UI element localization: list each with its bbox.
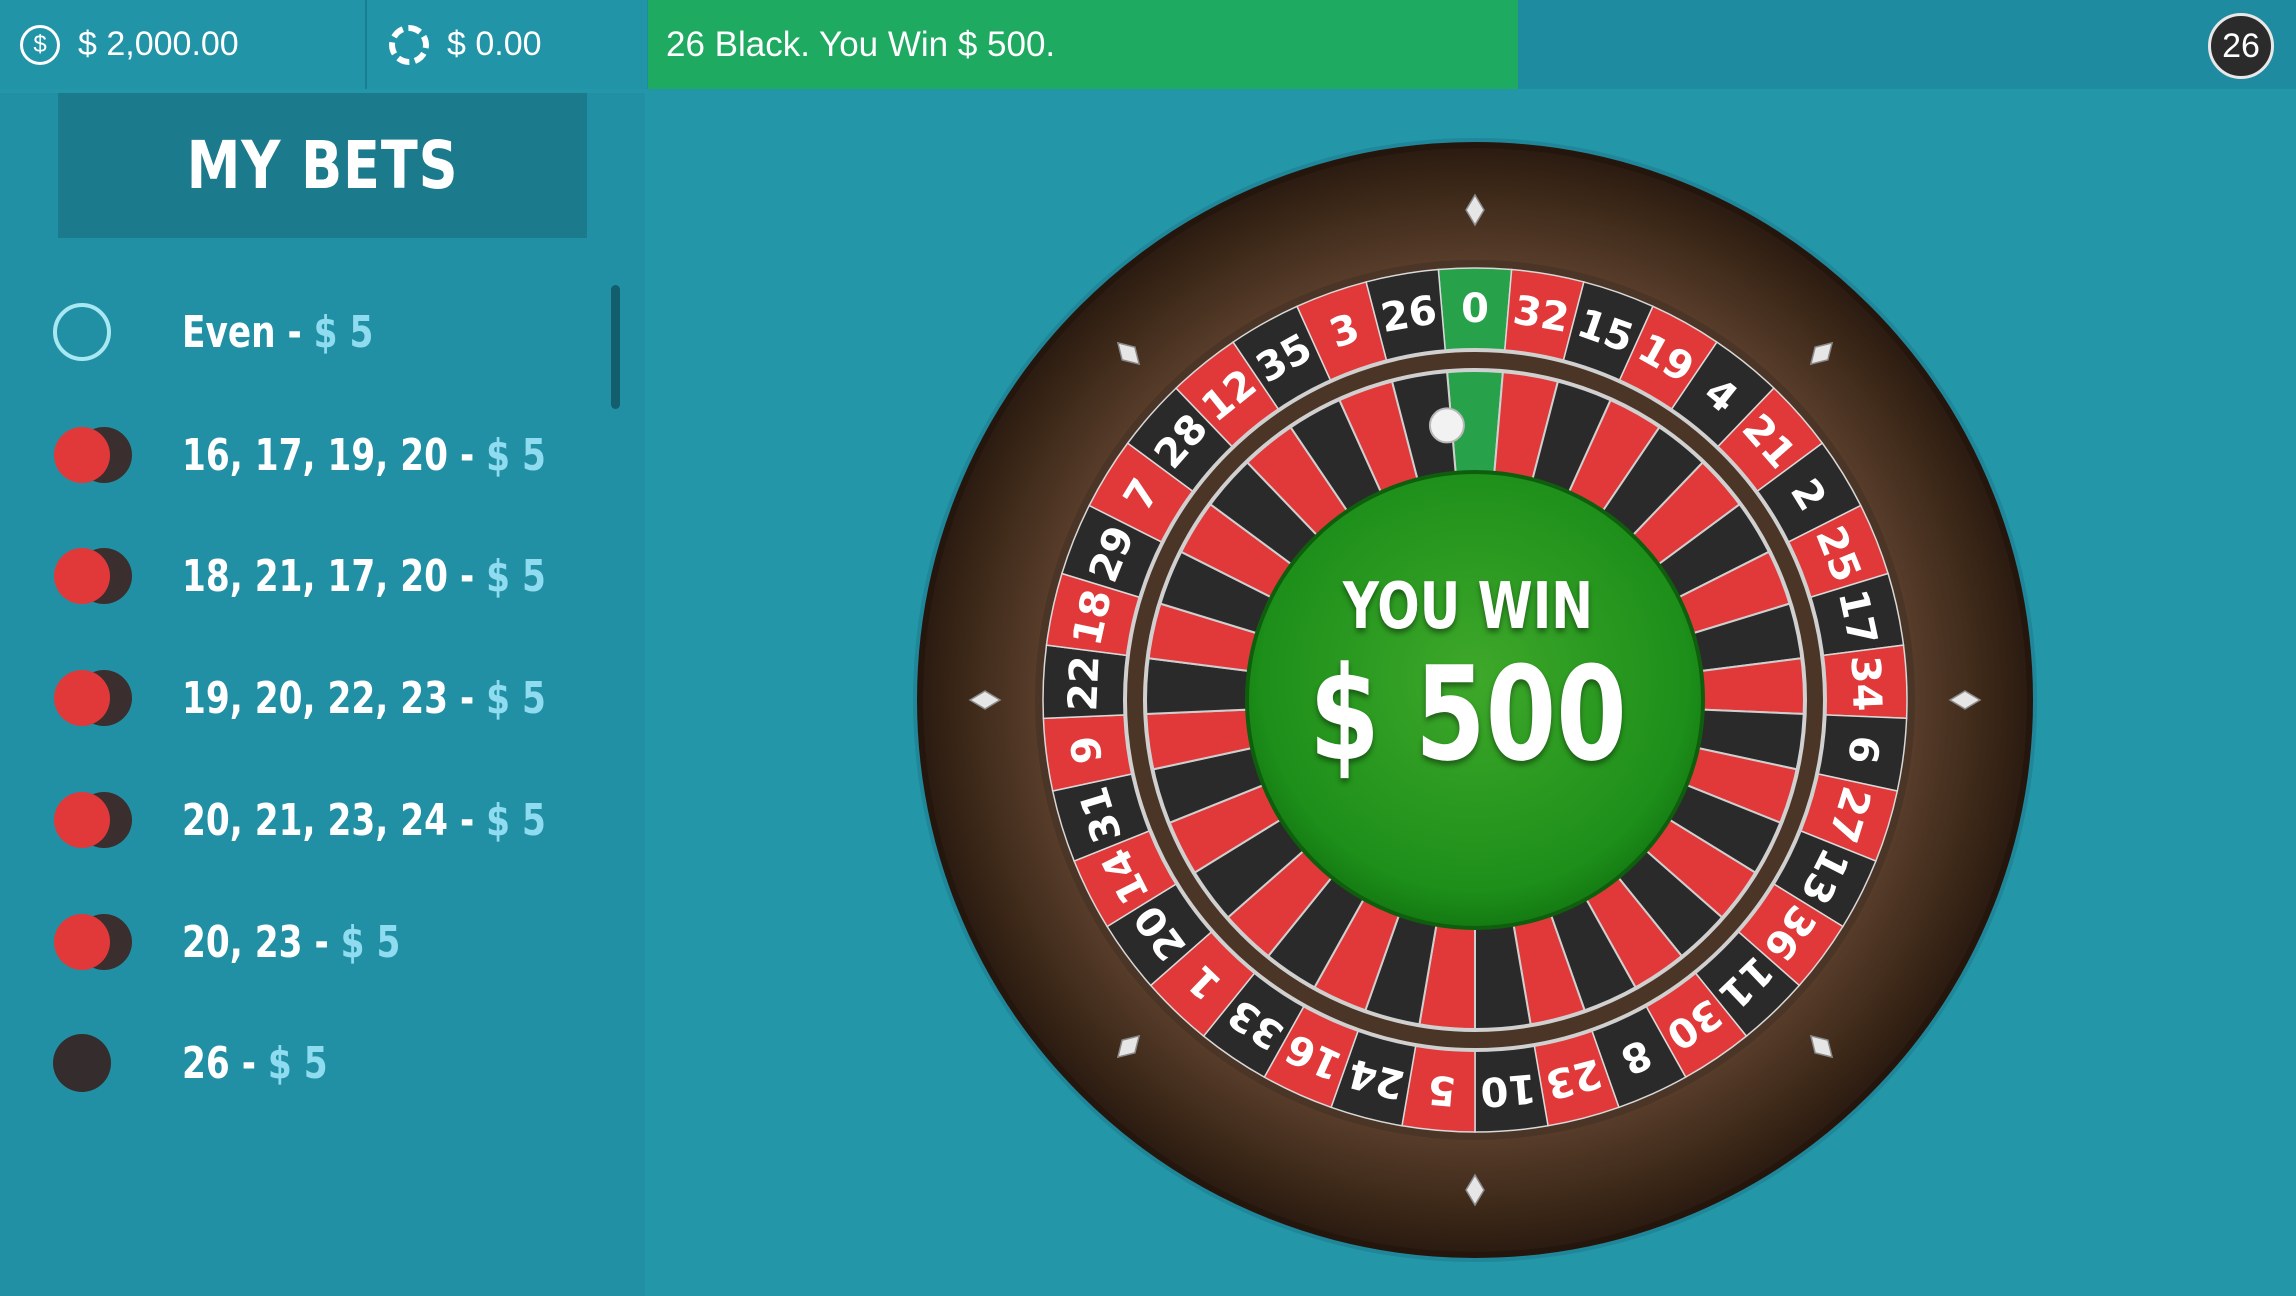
bet-numbers: 20, 21, 23, 24 [182, 794, 449, 846]
bet-label: 26 - $ 5 [182, 1038, 328, 1089]
wheel-number-label: 0 [1461, 286, 1489, 332]
bet-row[interactable]: 20, 21, 23, 24 - $ 5 [0, 780, 600, 860]
coin-icon: $ [20, 24, 60, 65]
wheel-number-label: 5 [1426, 1065, 1458, 1113]
bet-row[interactable]: Even - $ 5 [0, 292, 600, 372]
win-banner: YOU WIN $ 500 [1238, 570, 1698, 790]
bet-numbers: 26 [182, 1037, 230, 1089]
balance-value: $ 2,000.00 [78, 25, 239, 63]
bet-chip-icon [54, 548, 132, 604]
bet-numbers: 16, 17, 19, 20 [182, 429, 449, 481]
bet-amount: $ 5 [340, 916, 401, 968]
bet-row[interactable]: 20, 23 - $ 5 [0, 902, 600, 982]
balance-display: $ $ 2,000.00 [0, 0, 367, 89]
my-bets-title: MY BETS [58, 93, 587, 238]
bet-label: 16, 17, 19, 20 - $ 5 [182, 430, 546, 481]
bet-label: 19, 20, 22, 23 - $ 5 [182, 673, 546, 724]
bet-separator: - [275, 306, 314, 358]
win-amount: $ 500 [1309, 638, 1627, 790]
bet-amount: $ 5 [486, 672, 546, 724]
bet-label: 20, 23 - $ 5 [182, 917, 400, 968]
bet-separator: - [229, 1037, 268, 1089]
bet-label: 20, 21, 23, 24 - $ 5 [182, 795, 546, 846]
wheel-number-label: 6 [1838, 733, 1887, 766]
bet-amount: $ 5 [313, 306, 374, 358]
bet-amount: $ 5 [486, 794, 546, 846]
wheel-number-label: 26 [1378, 287, 1441, 342]
bet-row[interactable]: 19, 20, 22, 23 - $ 5 [0, 658, 600, 738]
coin-icon-glyph: $ [33, 30, 47, 58]
bet-chip-icon [54, 670, 132, 726]
bet-row[interactable]: 18, 21, 17, 20 - $ 5 [0, 536, 600, 616]
bet-numbers: 19, 20, 22, 23 [182, 672, 449, 724]
last-result-number: 26 [2222, 26, 2260, 65]
bet-numbers: Even [182, 306, 276, 358]
bet-amount: $ 5 [486, 550, 546, 602]
wheel-number-label: 34 [1841, 655, 1889, 713]
bet-label: Even - $ 5 [182, 307, 373, 358]
bet-chip-icon [54, 427, 132, 483]
chips-value: $ 0.00 [447, 25, 542, 63]
wheel-number-label: 22 [1060, 655, 1108, 713]
bet-separator: - [448, 672, 487, 724]
bet-chip-icon [54, 792, 132, 848]
bet-separator: - [448, 794, 487, 846]
wheel-number-label: 10 [1478, 1064, 1537, 1115]
win-title: YOU WIN [1342, 570, 1594, 644]
chips-display: $ 0.00 [367, 0, 647, 89]
bet-chip-icon [54, 914, 132, 970]
bet-amount: $ 5 [267, 1037, 328, 1089]
wheel-number-label: 9 [1063, 733, 1112, 766]
last-result-badge[interactable]: 26 [2208, 13, 2274, 79]
bet-row[interactable]: 16, 17, 19, 20 - $ 5 [0, 415, 600, 495]
wheel-number-label: 32 [1510, 287, 1573, 342]
chip-icon [389, 24, 429, 65]
bet-numbers: 18, 21, 17, 20 [182, 550, 449, 602]
result-message: 26 Black. You Win $ 500. [648, 0, 1518, 89]
bet-separator: - [302, 916, 341, 968]
roulette-ball [1428, 407, 1465, 444]
bets-scrollbar[interactable] [611, 285, 620, 409]
result-message-text: 26 Black. You Win $ 500. [666, 24, 1056, 64]
bet-numbers: 20, 23 [182, 916, 303, 968]
bet-row[interactable]: 26 - $ 5 [0, 1023, 600, 1103]
bet-separator: - [448, 550, 487, 602]
bet-label: 18, 21, 17, 20 - $ 5 [182, 551, 546, 602]
bet-separator: - [448, 429, 487, 481]
top-bar: $ $ 2,000.00 $ 0.00 26 Black. You Win $ … [0, 0, 2296, 89]
bet-amount: $ 5 [486, 429, 546, 481]
bet-chip-icon [53, 303, 111, 361]
bet-chip-icon [53, 1034, 111, 1092]
